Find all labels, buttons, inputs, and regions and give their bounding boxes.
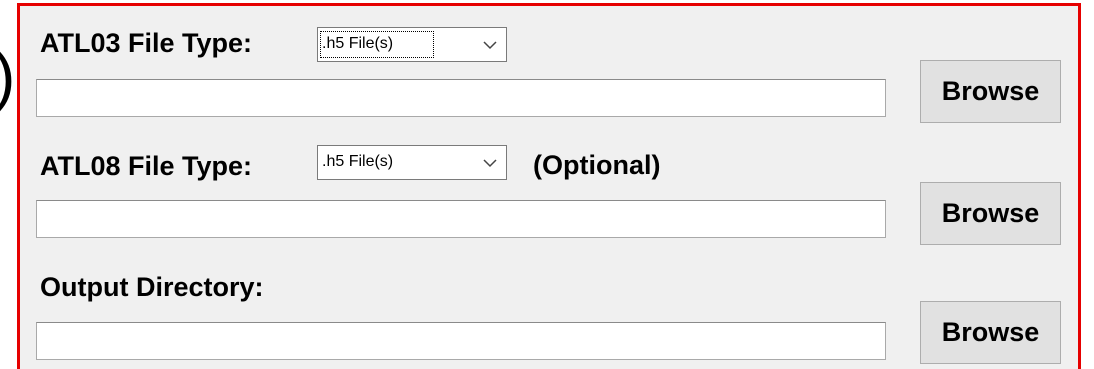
- output-directory-label: Output Directory:: [40, 272, 264, 302]
- atl03-file-type-value: .h5 File(s): [322, 35, 394, 52]
- page: ) ATL03 File Type: .h5 File(s) Browse AT…: [0, 0, 1094, 369]
- atl03-browse-button[interactable]: Browse: [920, 60, 1061, 123]
- chevron-down-icon: [483, 41, 497, 50]
- atl08-optional-note: (Optional): [533, 150, 661, 180]
- atl08-file-type-select[interactable]: .h5 File(s): [317, 145, 507, 180]
- file-selection-panel: ATL03 File Type: .h5 File(s) Browse ATL0…: [17, 3, 1081, 369]
- output-browse-button[interactable]: Browse: [920, 301, 1061, 364]
- atl08-file-type-label: ATL08 File Type:: [40, 151, 253, 181]
- atl03-path-input[interactable]: [36, 79, 886, 117]
- atl08-browse-button[interactable]: Browse: [920, 182, 1061, 245]
- chevron-down-icon: [483, 159, 497, 168]
- output-directory-input[interactable]: [36, 322, 886, 360]
- atl03-file-type-select[interactable]: .h5 File(s): [317, 27, 507, 62]
- atl08-path-input[interactable]: [36, 200, 886, 238]
- atl03-file-type-label: ATL03 File Type:: [40, 28, 253, 58]
- cropped-parenthesis: ): [0, 44, 15, 108]
- atl08-file-type-value: .h5 File(s): [322, 153, 394, 170]
